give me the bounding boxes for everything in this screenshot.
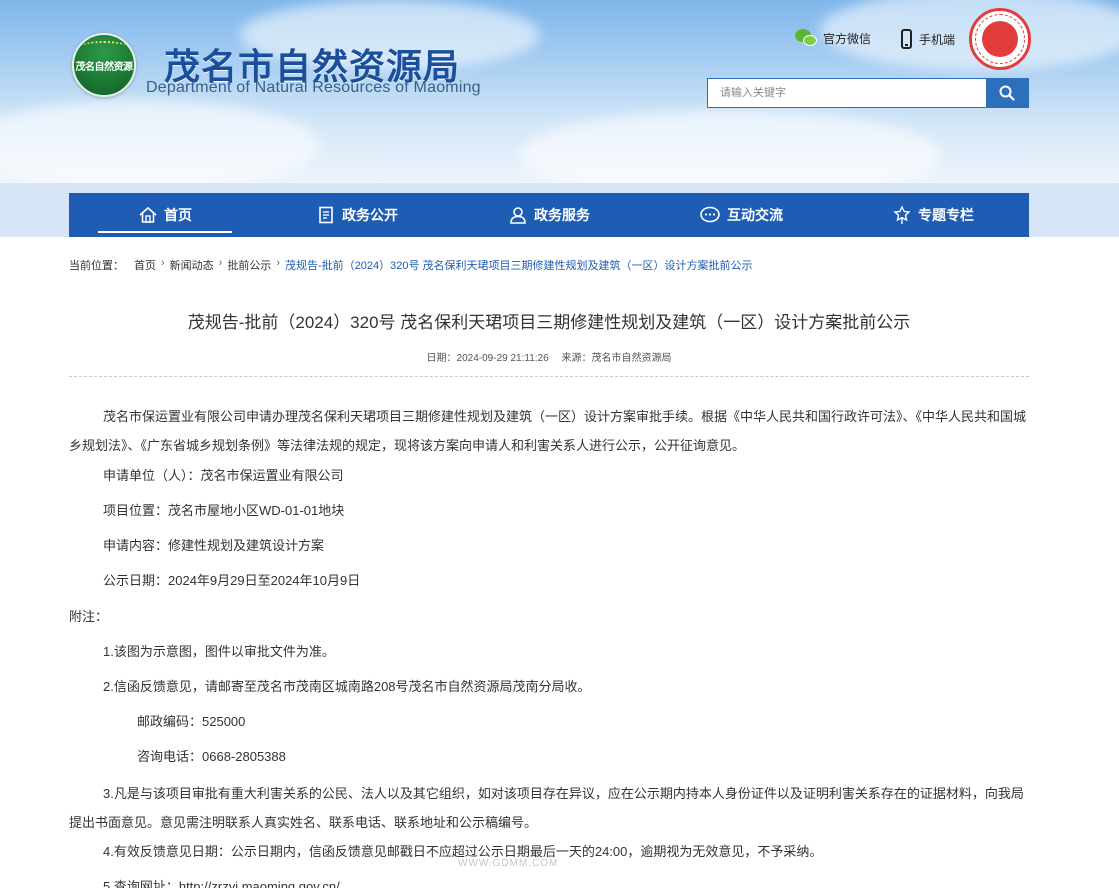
article-meta: 日期：2024-09-29 21:11:26 来源：茂名市自然资源局 (69, 349, 1029, 364)
badge-icon (893, 205, 911, 224)
document-icon (319, 206, 333, 224)
emblem-text: 茂名自然资源 (75, 62, 134, 73)
nav-interaction-label: 互动交流 (727, 207, 783, 223)
site-header: 茂名自然资源 茂名市自然资源局 Department of Natural Re… (0, 0, 1119, 183)
mobile-link[interactable]: 手机端 (901, 29, 955, 49)
nav-government-services[interactable]: 政务服务 (453, 193, 645, 237)
breadcrumb-label: 当前位置： (69, 260, 124, 272)
mobile-label: 手机端 (919, 32, 956, 47)
maoming-seal-logo (969, 8, 1031, 70)
chat-icon (700, 206, 720, 223)
cloud-decoration (520, 110, 940, 183)
main-nav: 首页 政务公开 政务服务 互动交流 专题专栏 (69, 193, 1029, 237)
note-5[interactable]: 5.查询网址：http://zrzyj.maoming.gov.cn/ (103, 873, 340, 888)
consult-phone: 咨询电话：0668-2805388 (137, 749, 286, 764)
breadcrumb-home[interactable]: 首页 (134, 257, 156, 273)
wechat-icon (795, 29, 817, 47)
nav-home-label: 首页 (164, 207, 192, 223)
nav-home[interactable]: 首页 (69, 193, 261, 237)
wechat-label: 官方微信 (823, 31, 872, 46)
applicant-line: 申请单位（人）：茂名市保运置业有限公司 (103, 468, 344, 483)
article-date: 日期：2024-09-29 21:11:26 (426, 353, 549, 364)
nav-special-topics-label: 专题专栏 (918, 207, 974, 223)
nav-government-affairs-label: 政务公开 (342, 207, 398, 223)
official-wechat-link[interactable]: 官方微信 (795, 29, 871, 47)
title-divider (69, 376, 1029, 377)
period-line: 公示日期：2024年9月29日至2024年10月9日 (103, 573, 361, 588)
breadcrumb-news[interactable]: 新闻动态 (170, 257, 214, 273)
watermark-text: WWW.GDMM.COM (458, 858, 559, 869)
site-subtitle: Department of Natural Resources of Maomi… (146, 79, 481, 96)
location-line: 项目位置：茂名市屋地小区WD-01-01地块 (103, 503, 345, 518)
service-person-icon (510, 207, 526, 224)
nav-special-topics[interactable]: 专题专栏 (837, 193, 1029, 237)
search-input[interactable] (708, 79, 986, 107)
breadcrumb: 当前位置： 首页 › 新闻动态 › 批前公示 › 茂规告-批前（2024）320… (69, 257, 753, 273)
postal-code: 邮政编码：525000 (137, 714, 246, 729)
search-icon (999, 85, 1015, 101)
phone-icon (901, 29, 912, 49)
bureau-emblem-logo[interactable]: 茂名自然资源 (72, 33, 136, 97)
note-1: 1.该图为示意图，图件以审批文件为准。 (103, 644, 335, 659)
note-3: 3.凡是与该项目审批有重大利害关系的公民、法人以及其它组织，如对该项目存在异议，… (69, 786, 1024, 830)
search-button[interactable] (986, 79, 1028, 107)
search-box (707, 78, 1029, 108)
breadcrumb-pre-approval[interactable]: 批前公示 (227, 257, 271, 273)
cloud-decoration (0, 100, 320, 183)
article-intro: 茂名市保运置业有限公司申请办理茂名保利天珺项目三期修建性规划及建筑（一区）设计方… (69, 409, 1027, 453)
content-line: 申请内容：修建性规划及建筑设计方案 (103, 538, 325, 553)
nav-government-affairs[interactable]: 政务公开 (261, 193, 453, 237)
article-source: 来源：茂名市自然资源局 (561, 353, 672, 364)
note-2: 2.信函反馈意见，请邮寄至茂名市茂南区城南路208号茂名市自然资源局茂南分局收。 (103, 679, 591, 694)
breadcrumb-current[interactable]: 茂规告-批前（2024）320号 茂名保利天珺项目三期修建性规划及建筑（一区）设… (285, 257, 753, 273)
article-title: 茂规告-批前（2024）320号 茂名保利天珺项目三期修建性规划及建筑（一区）设… (187, 313, 911, 332)
nav-interaction[interactable]: 互动交流 (645, 193, 837, 237)
notes-heading: 附注： (69, 609, 109, 624)
nav-government-services-label: 政务服务 (534, 207, 590, 223)
home-icon (139, 206, 157, 223)
